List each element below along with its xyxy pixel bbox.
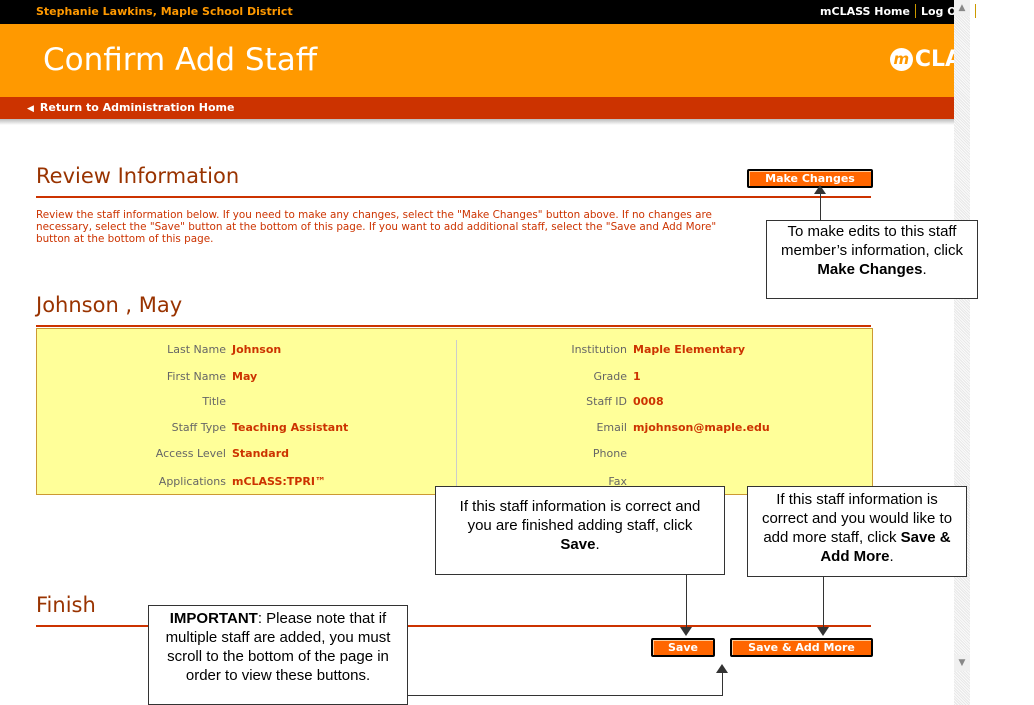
callout-text: . [922,261,927,278]
top-links: mCLASS Home Log Out Help [815,4,1014,18]
return-link-label: Return to Administration Home [39,101,235,114]
callout-bold: Save [560,536,596,553]
field-label: Institution [571,343,627,356]
callout-text: . [889,548,894,565]
field-label: Grade [593,370,627,383]
important-callout: IMPORTANT: Please note that if multiple … [148,605,408,705]
field-label: Title [202,395,226,408]
save-add-more-callout: If this staff information is correct and… [747,486,967,577]
field-value: Johnson [232,343,282,356]
field-value: mCLASS:TPRI™ [232,475,326,488]
staff-name-heading: Johnson , May [36,293,183,317]
logo-mark: m [889,48,913,71]
callout-line [686,575,687,630]
field-label: First Name [166,370,226,383]
field-label: Applications [158,475,226,488]
field-label: Phone [592,447,627,460]
save-button[interactable]: Save [651,638,715,657]
field-label: Staff ID [586,395,627,408]
field-value: mjohnson@maple.edu [633,421,770,434]
arrow-down-icon [817,627,829,636]
save-callout: If this staff information is correct and… [435,486,725,575]
field-label: Email [596,421,627,434]
mclass-logo: m CLASS TM [889,47,1008,72]
callout-text: . [595,536,600,553]
help-link[interactable]: Help [976,5,1014,18]
mclass-home-link[interactable]: mCLASS Home [815,5,915,18]
review-description: Review the staff information below. If y… [36,209,717,245]
scroll-up-arrow-icon[interactable]: ▲ [954,0,970,16]
callout-line [408,695,722,696]
arrow-down-icon [680,627,692,636]
make-changes-button[interactable]: Make Changes [747,169,873,188]
scrollbar[interactable] [954,0,970,705]
review-heading: Review Information [36,164,240,188]
callout-bold: Make Changes [817,261,923,278]
callout-line [820,193,821,221]
review-rule [36,196,871,198]
user-line: Stephanie Lawkins, Maple School District [36,5,293,18]
panel-divider [456,340,457,488]
callout-text: To make edits to this staff member’s inf… [781,223,963,259]
field-value: May [232,370,258,383]
callout-text: If this staff information is correct and… [459,498,701,534]
field-label: Access Level [155,447,226,460]
save-and-add-more-button[interactable]: Save & Add More [730,638,873,657]
callout-bold: IMPORTANT [169,610,258,627]
field-value: Maple Elementary [633,343,746,356]
sub-bar-shadow [0,119,954,125]
logo-tm: TM [994,50,1008,61]
finish-heading: Finish [36,593,96,617]
arrow-up-icon [814,185,826,194]
field-label: Last Name [167,343,226,356]
staff-rule [36,325,871,327]
left-arrow-icon: ◀ [27,104,34,114]
make-changes-callout: To make edits to this staff member’s inf… [766,220,978,299]
arrow-up-icon [716,664,728,673]
callout-line [823,577,824,630]
field-value: Teaching Assistant [232,421,349,434]
field-value: Standard [232,447,290,460]
callout-line [722,672,723,696]
field-value: 0008 [633,395,664,408]
field-value: 1 [633,370,641,383]
return-link[interactable]: ◀ Return to Administration Home [27,101,234,114]
field-label: Staff Type [171,421,226,434]
scroll-down-arrow-icon[interactable]: ▼ [954,655,970,671]
page-title: Confirm Add Staff [43,42,318,78]
